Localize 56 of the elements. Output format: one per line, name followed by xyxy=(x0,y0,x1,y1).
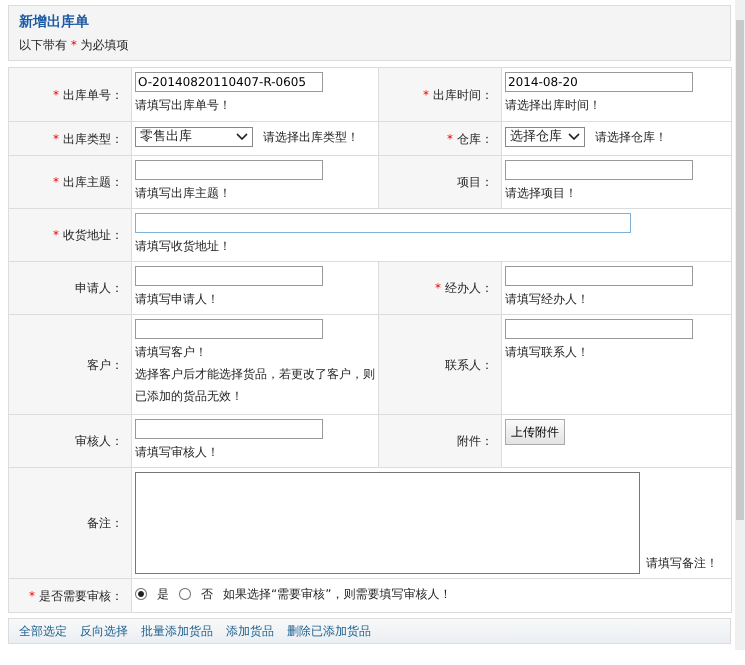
scrollbar[interactable] xyxy=(735,0,745,650)
hint-text: 请填写出库主题！ xyxy=(135,185,231,202)
field-label: 审核人： xyxy=(75,434,123,448)
required-note: 以下带有 * 为必填项 xyxy=(19,37,130,53)
hint-text: 请选择出库类型！ xyxy=(263,129,359,146)
hint-text: 请选择项目！ xyxy=(505,185,577,202)
action-link[interactable]: 删除已添加货品 xyxy=(287,622,371,640)
hint-text: 请选择仓库！ xyxy=(595,129,667,146)
hint-text: 请选择出库时间！ xyxy=(505,97,601,114)
dropdown[interactable]: 选择仓库 xyxy=(505,127,585,147)
text-field[interactable] xyxy=(505,160,693,180)
hint-text: 请填写联系人！ xyxy=(505,344,589,361)
hint-text: 请填写出库单号！ xyxy=(135,97,231,114)
text-field[interactable] xyxy=(505,319,693,339)
dropdown[interactable]: 零售出库 xyxy=(135,127,253,147)
hint-text: 请填写备注！ xyxy=(646,555,718,572)
field-label: * 仓库： xyxy=(447,132,493,146)
hint-text: 如果选择“需要审核”，则需要填写审核人！ xyxy=(223,586,452,603)
hint-text: 请填写经办人！ xyxy=(505,291,589,308)
text-field[interactable] xyxy=(505,266,693,286)
radio-option[interactable]: 是 xyxy=(135,583,173,605)
hint-text: 请填写审核人！ xyxy=(135,444,219,461)
text-field[interactable] xyxy=(135,266,323,286)
field-label: * 出库时间： xyxy=(423,88,493,102)
field-label: * 出库单号： xyxy=(53,88,123,102)
field-label: 申请人： xyxy=(75,281,123,295)
text-field[interactable] xyxy=(135,160,323,180)
text-field[interactable] xyxy=(135,213,631,233)
chevron-down-icon xyxy=(236,133,248,141)
chevron-down-icon xyxy=(568,133,580,141)
field-label: 备注： xyxy=(87,516,123,530)
customer-note: 选择客户后才能选择货品，若更改了客户，则已添加的货品无效！ xyxy=(135,366,375,405)
field-label: 客户： xyxy=(87,358,123,372)
hint-text: 请填写收货地址！ xyxy=(135,238,231,255)
text-field[interactable] xyxy=(135,419,323,439)
field-label: 项目： xyxy=(457,175,493,189)
text-field[interactable] xyxy=(135,319,323,339)
action-link[interactable]: 反向选择 xyxy=(80,622,128,640)
field-label: * 是否需要审核： xyxy=(29,588,123,602)
radio-option[interactable]: 否 xyxy=(179,583,217,605)
hint-text: 请填写申请人！ xyxy=(135,291,219,308)
action-link[interactable]: 添加货品 xyxy=(226,622,274,640)
text-field[interactable]: O-20140820110407-R-0605 xyxy=(135,72,323,92)
field-label: * 收货地址： xyxy=(53,228,123,242)
action-link[interactable]: 全部选定 xyxy=(19,622,67,640)
field-label: * 出库主题： xyxy=(53,175,123,189)
field-label: 附件： xyxy=(457,434,493,448)
upload-button[interactable]: 上传附件 xyxy=(505,419,565,445)
field-label: * 经办人： xyxy=(435,281,493,295)
field-label: 联系人： xyxy=(445,358,493,372)
action-link[interactable]: 批量添加货品 xyxy=(141,622,213,640)
notes-field[interactable] xyxy=(135,472,640,574)
hint-text: 请填写客户！ xyxy=(135,344,207,361)
field-label: * 出库类型： xyxy=(53,132,123,146)
text-field[interactable]: 2014-08-20 xyxy=(505,72,693,92)
form-title: 新增出库单 xyxy=(19,12,90,32)
